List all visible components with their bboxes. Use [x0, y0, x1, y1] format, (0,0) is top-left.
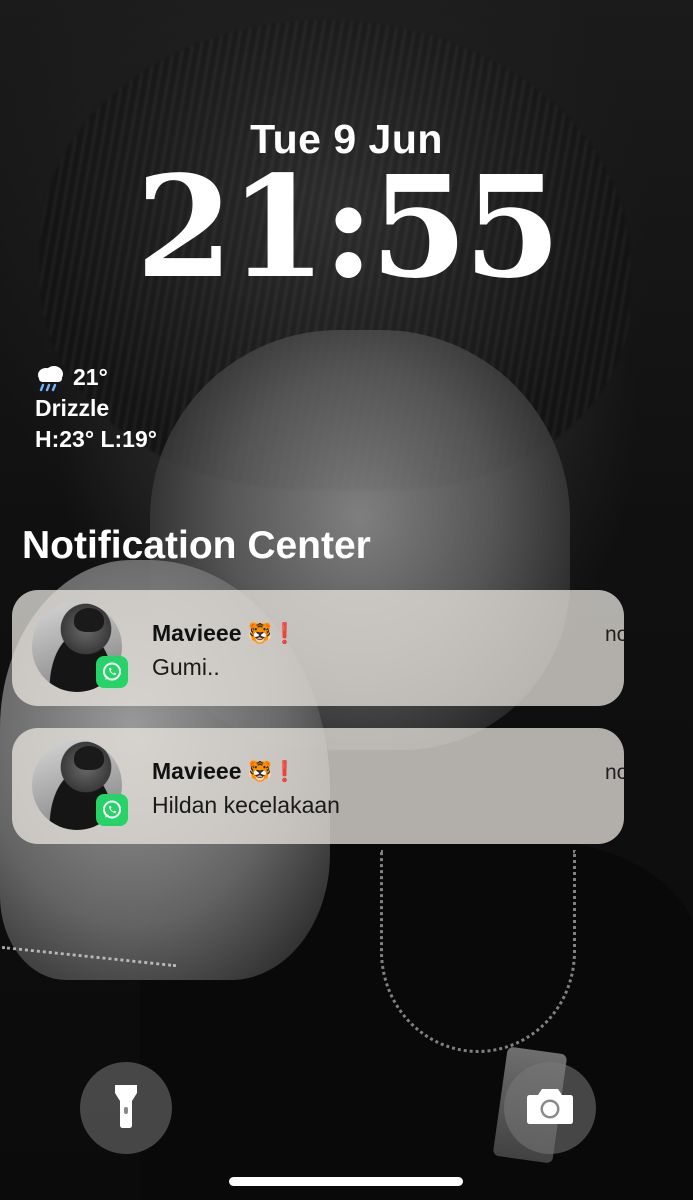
notification-sender: Mavieee 🐯❗	[152, 758, 297, 785]
wallpaper-necklace	[380, 850, 576, 1053]
notification-card[interactable]: Mavieee 🐯❗ Gumi.. now	[12, 590, 624, 706]
lock-screen-clock[interactable]: 21:55	[0, 158, 693, 298]
weather-condition: Drizzle	[35, 395, 110, 421]
cloud-rain-icon	[35, 364, 65, 392]
sender-name: Mavieee	[152, 620, 242, 646]
notification-time: now	[605, 623, 624, 646]
weather-temperature: 21°	[73, 364, 108, 390]
sender-name: Mavieee	[152, 758, 242, 784]
weather-temperature-row: 21°	[35, 362, 157, 393]
weather-widget[interactable]: 21° Drizzle H:23° L:19°	[35, 362, 157, 455]
notification-card[interactable]: Mavieee 🐯❗ Hildan kecelakaan now	[12, 728, 624, 844]
whatsapp-icon	[96, 656, 128, 688]
notification-message: Gumi..	[152, 654, 220, 680]
notification-message: Hildan kecelakaan	[152, 792, 340, 818]
notification-center-title: Notification Center	[22, 524, 371, 567]
whatsapp-icon	[96, 794, 128, 826]
sender-emojis: 🐯❗	[247, 623, 298, 645]
home-indicator[interactable]	[229, 1177, 463, 1186]
weather-high-low: H:23° L:19°	[35, 426, 157, 452]
sender-emojis: 🐯❗	[247, 761, 298, 783]
notification-time: now	[605, 761, 624, 784]
flashlight-button[interactable]	[80, 1062, 172, 1154]
flashlight-icon	[112, 1083, 140, 1134]
camera-button[interactable]	[504, 1062, 596, 1154]
notification-sender: Mavieee 🐯❗	[152, 620, 297, 647]
camera-icon	[525, 1087, 575, 1130]
